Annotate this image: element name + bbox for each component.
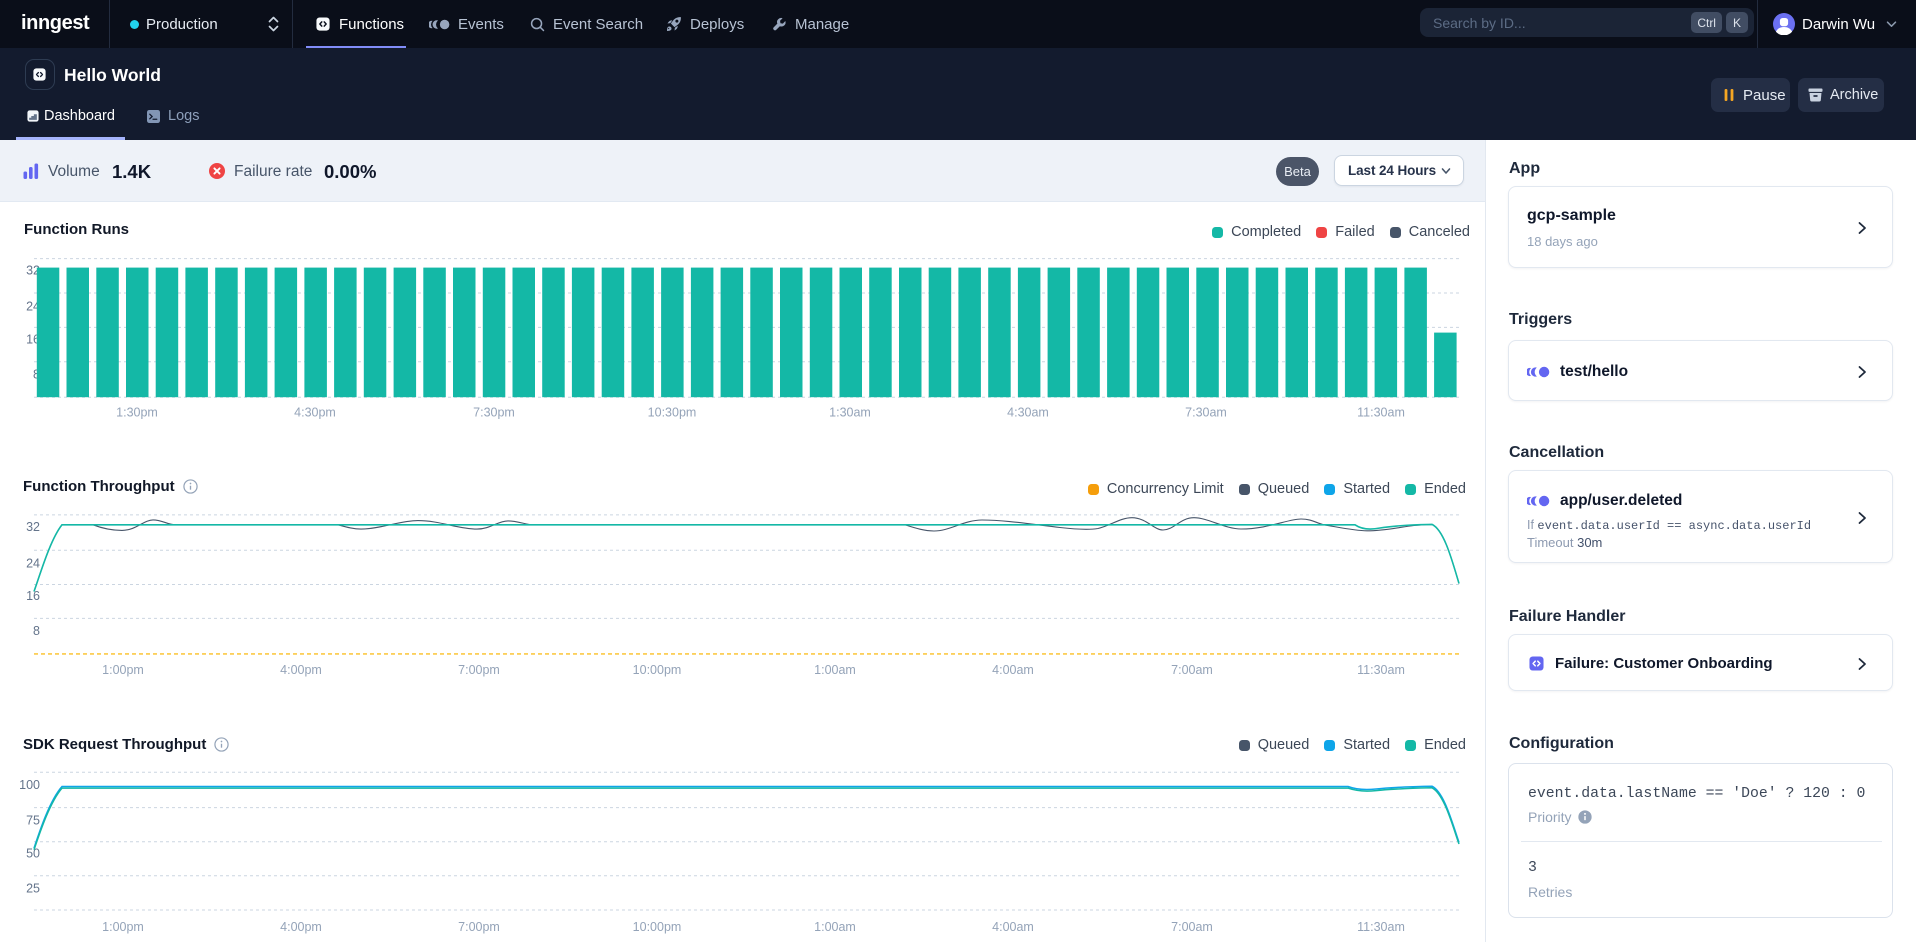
svg-text:25: 25 (26, 882, 40, 896)
svg-text:1:30pm: 1:30pm (116, 406, 158, 420)
svg-text:4:00am: 4:00am (992, 663, 1034, 677)
svg-text:7:00pm: 7:00pm (458, 920, 500, 934)
svg-text:7:00am: 7:00am (1171, 920, 1213, 934)
svg-text:4:00am: 4:00am (992, 920, 1034, 934)
svg-text:1:00pm: 1:00pm (102, 663, 144, 677)
svg-text:11:30am: 11:30am (1357, 920, 1405, 934)
svg-text:7:30pm: 7:30pm (473, 406, 515, 420)
svg-text:50: 50 (26, 846, 40, 860)
svg-text:1:30am: 1:30am (829, 406, 871, 420)
svg-text:10:00pm: 10:00pm (633, 920, 682, 934)
svg-text:11:30am: 11:30am (1357, 663, 1405, 677)
svg-text:7:30am: 7:30am (1185, 406, 1227, 420)
svg-text:4:00pm: 4:00pm (280, 920, 322, 934)
svg-text:4:30pm: 4:30pm (294, 406, 336, 420)
svg-text:1:00pm: 1:00pm (102, 920, 144, 934)
svg-text:16: 16 (26, 589, 40, 603)
svg-text:100: 100 (19, 778, 40, 792)
svg-text:10:30pm: 10:30pm (648, 406, 697, 420)
svg-text:10:00pm: 10:00pm (633, 663, 682, 677)
svg-text:4:30am: 4:30am (1007, 406, 1049, 420)
svg-text:4:00pm: 4:00pm (280, 663, 322, 677)
svg-text:1:00am: 1:00am (814, 920, 856, 934)
svg-text:75: 75 (26, 813, 40, 827)
svg-text:11:30am: 11:30am (1357, 406, 1405, 420)
svg-text:1:00am: 1:00am (814, 663, 856, 677)
svg-text:8: 8 (33, 624, 40, 638)
svg-text:7:00pm: 7:00pm (458, 663, 500, 677)
svg-text:32: 32 (26, 520, 40, 534)
svg-text:7:00am: 7:00am (1171, 663, 1213, 677)
svg-text:24: 24 (26, 557, 40, 571)
